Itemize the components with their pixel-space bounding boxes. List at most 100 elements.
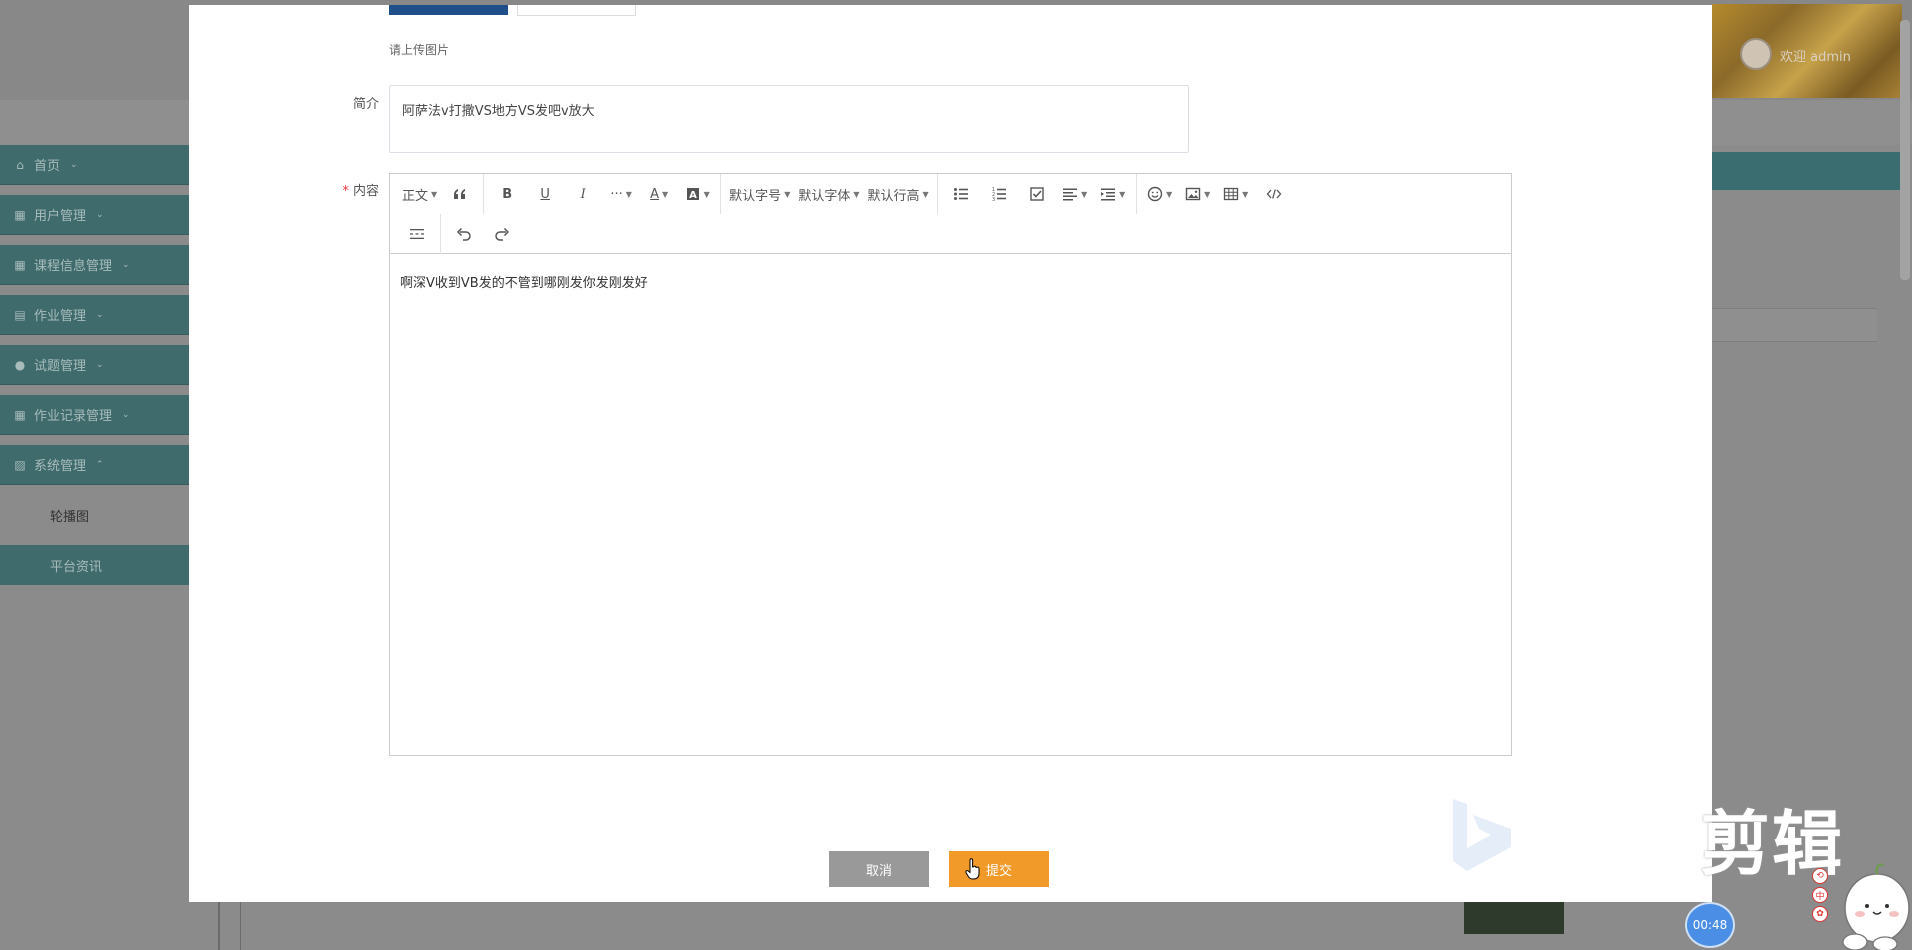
sidebar-item-home[interactable]: ⌂ 首页 ⌄ bbox=[0, 145, 190, 185]
settings-icon[interactable]: ✿ bbox=[1812, 906, 1828, 922]
sidebar-item-homework[interactable]: ▤ 作业管理 ⌄ bbox=[0, 295, 190, 335]
quote-icon bbox=[454, 189, 466, 199]
align-button[interactable]: ▼ bbox=[1056, 178, 1094, 210]
redo-button[interactable] bbox=[483, 218, 521, 250]
caret-down-icon: ▼ bbox=[662, 189, 669, 199]
sidebar-subitem-label: 轮播图 bbox=[50, 509, 90, 525]
sidebar-item-label: 课程信息管理 bbox=[34, 259, 113, 274]
refresh-icon[interactable]: ⟲ bbox=[1812, 868, 1828, 884]
caret-down-icon: ▼ bbox=[1242, 189, 1249, 199]
divider-button[interactable] bbox=[398, 218, 436, 250]
svg-text:3: 3 bbox=[992, 197, 995, 202]
submit-button[interactable]: 提交 bbox=[949, 851, 1049, 887]
emoji-button[interactable]: ▼ bbox=[1141, 178, 1179, 210]
insert-table-button[interactable]: ▼ bbox=[1217, 178, 1255, 210]
chevron-down-icon: ⌄ bbox=[122, 409, 130, 420]
sidebar-item-courses[interactable]: ▦ 课程信息管理 ⌄ bbox=[0, 245, 190, 285]
caret-down-icon: ▼ bbox=[922, 189, 929, 199]
redo-icon bbox=[495, 227, 510, 241]
chevron-down-icon: ⌄ bbox=[70, 159, 78, 170]
numbered-list-button[interactable]: 123 bbox=[980, 178, 1018, 210]
language-icon[interactable]: 中 bbox=[1812, 887, 1828, 903]
floating-tool-icons: ⟲ 中 ✿ bbox=[1812, 868, 1832, 925]
font-color-button[interactable]: A ▼ bbox=[640, 178, 678, 210]
sidebar-item-questions[interactable]: ● 试题管理 ⌄ bbox=[0, 345, 190, 385]
sidebar-subitem-carousel[interactable]: 轮播图 bbox=[0, 495, 190, 535]
sidebar-item-label: 首页 bbox=[34, 159, 61, 174]
svg-text:A: A bbox=[689, 190, 697, 201]
caret-down-icon: ▼ bbox=[1119, 189, 1126, 199]
uploaded-image-thumbnail[interactable] bbox=[389, 5, 508, 15]
underline-button[interactable]: U bbox=[526, 178, 564, 210]
sidebar-item-users[interactable]: ▦ 用户管理 ⌄ bbox=[0, 195, 190, 235]
bullet-list-icon bbox=[953, 188, 968, 200]
sidebar-item-system[interactable]: ▨ 系统管理 ⌃ bbox=[0, 445, 190, 485]
indent-button[interactable]: ▼ bbox=[1094, 178, 1132, 210]
intro-textarea[interactable]: 阿萨法v打撒VS地方VS发吧v放大 bbox=[389, 85, 1189, 153]
avatar[interactable] bbox=[1740, 38, 1772, 70]
numbered-list-icon: 123 bbox=[992, 187, 1006, 202]
paragraph-select[interactable]: 正文 ▼ bbox=[398, 178, 441, 210]
font-family-select[interactable]: 默认字体 ▼ bbox=[794, 178, 863, 210]
font-family-label: 默认字体 bbox=[798, 188, 851, 204]
more-styles-button[interactable]: ··· ▼ bbox=[602, 178, 640, 210]
content-label-text: 内容 bbox=[352, 184, 379, 199]
code-icon bbox=[1266, 189, 1282, 199]
edit-news-dialog: 请上传图片 简介 阿萨法v打撒VS地方VS发吧v放大 * 内容 正文 ▼ B U … bbox=[189, 5, 1712, 902]
align-left-icon bbox=[1063, 188, 1078, 201]
undo-button[interactable] bbox=[445, 218, 483, 250]
image-icon bbox=[1185, 187, 1201, 201]
caret-down-icon: ▼ bbox=[784, 189, 791, 199]
settings-icon: ▨ bbox=[14, 457, 26, 472]
todo-button[interactable] bbox=[1018, 178, 1056, 210]
table-header-backdrop bbox=[1712, 308, 1877, 342]
font-size-select[interactable]: 默认字号 ▼ bbox=[725, 178, 794, 210]
line-height-select[interactable]: 默认行高 ▼ bbox=[864, 178, 933, 210]
chevron-down-icon: ⌄ bbox=[96, 309, 104, 320]
code-button[interactable] bbox=[1255, 178, 1293, 210]
indent-icon bbox=[1101, 188, 1116, 201]
home-icon: ⌂ bbox=[16, 157, 24, 172]
insert-image-button[interactable]: ▼ bbox=[1179, 178, 1217, 210]
sidebar-item-homework-records[interactable]: ▦ 作业记录管理 ⌄ bbox=[0, 395, 190, 435]
font-color-icon: A bbox=[650, 186, 660, 202]
sidebar: ⌂ 首页 ⌄ ▦ 用户管理 ⌄ ▦ 课程信息管理 ⌄ ▤ 作业管理 ⌄ ● 试题… bbox=[0, 145, 190, 595]
italic-button[interactable]: I bbox=[564, 178, 602, 210]
caret-down-icon: ▼ bbox=[1081, 189, 1088, 199]
divider bbox=[218, 900, 220, 950]
editor-content-area[interactable]: 啊深V收到VB发的不管到哪刚发你发刚发好 bbox=[390, 254, 1511, 309]
content-value: 啊深V收到VB发的不管到哪刚发你发刚发好 bbox=[400, 276, 648, 291]
toolbar-divider bbox=[440, 213, 441, 254]
cancel-button[interactable]: 取消 bbox=[829, 851, 929, 887]
upload-image-slot[interactable] bbox=[517, 5, 636, 16]
page-scrollbar[interactable] bbox=[1900, 20, 1910, 280]
caret-down-icon: ▼ bbox=[1166, 189, 1173, 199]
background-color-button[interactable]: A ▼ bbox=[678, 178, 716, 210]
sidebar-item-label: 作业记录管理 bbox=[34, 409, 113, 424]
sidebar-subitem-news[interactable]: 平台资讯 bbox=[0, 545, 190, 585]
chevron-down-icon: ⌄ bbox=[122, 259, 130, 270]
grid-icon: ▦ bbox=[14, 257, 26, 272]
content-label: * 内容 bbox=[279, 180, 379, 199]
bullet-list-button[interactable] bbox=[942, 178, 980, 210]
sidebar-item-label: 试题管理 bbox=[34, 359, 87, 374]
hand-cursor-icon bbox=[965, 858, 980, 880]
sidebar-subitem-label: 平台资讯 bbox=[50, 559, 103, 575]
user-icon: ▦ bbox=[14, 207, 26, 222]
paragraph-select-label: 正文 bbox=[402, 188, 429, 204]
more-icon: ··· bbox=[610, 186, 623, 202]
toolbar-divider bbox=[936, 174, 938, 214]
editor-toolbar-row-2 bbox=[390, 213, 1511, 254]
blockquote-button[interactable] bbox=[441, 178, 479, 210]
chevron-up-icon: ⌃ bbox=[96, 459, 104, 470]
recording-timer[interactable]: 00:48 bbox=[1685, 902, 1735, 948]
italic-icon: I bbox=[580, 186, 586, 202]
thumbnail-image bbox=[1464, 900, 1564, 934]
bold-button[interactable]: B bbox=[488, 178, 526, 210]
rich-text-editor: 正文 ▼ B U I ··· ▼ A ▼ A ▼ 默认字号 ▼ 默认字体 ▼ 默… bbox=[389, 173, 1512, 756]
mascot-sticker bbox=[1842, 863, 1910, 950]
welcome-text: 欢迎 admin bbox=[1780, 50, 1851, 65]
intro-label: 简介 bbox=[352, 97, 379, 112]
bold-icon: B bbox=[502, 186, 513, 202]
caret-down-icon: ▼ bbox=[703, 189, 710, 199]
